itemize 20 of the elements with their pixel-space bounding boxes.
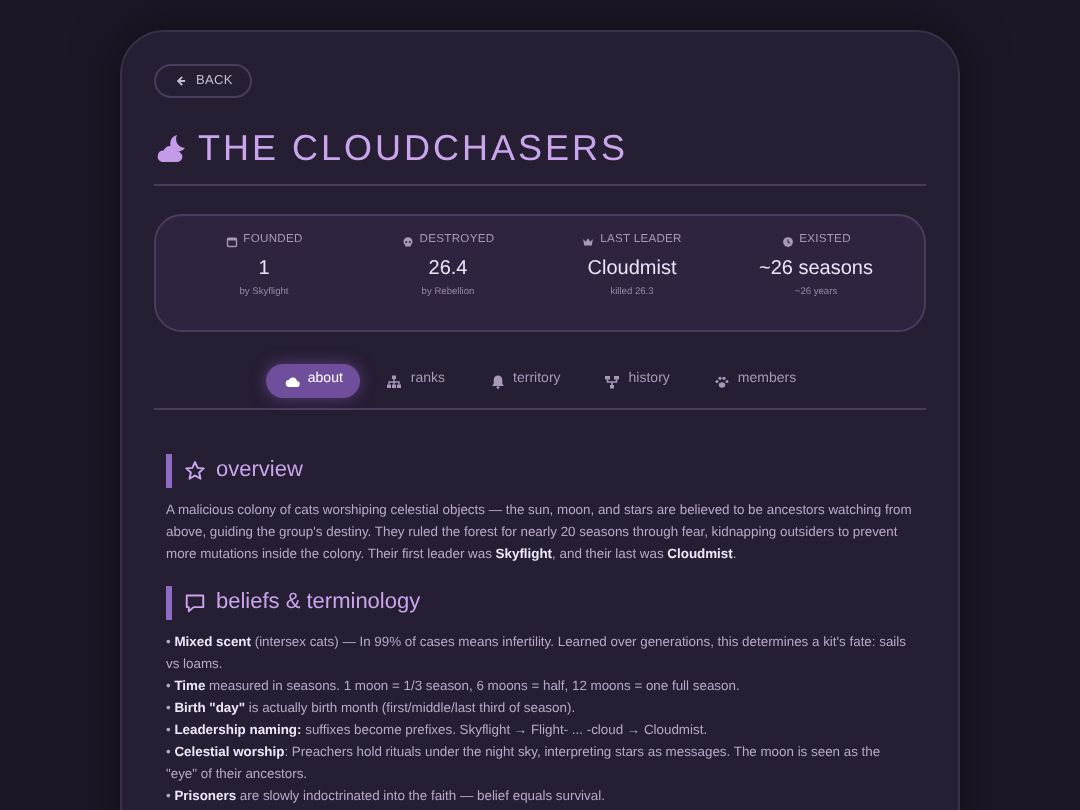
section-heading: overview — [216, 460, 303, 482]
page-title: THE CLOUDCHASERS — [198, 130, 629, 166]
stat-value: Cloudmist — [587, 260, 677, 280]
stat-value: 1 — [258, 260, 270, 280]
stat-value: ~26 seasons — [759, 260, 873, 280]
sitemap-icon — [386, 373, 403, 389]
star-icon — [184, 460, 206, 482]
crown-icon — [582, 236, 595, 248]
section-heading: beliefs & terminology — [216, 592, 421, 614]
skull-icon — [401, 236, 414, 248]
branch-icon — [604, 373, 621, 389]
calendar-icon — [225, 236, 238, 248]
cloud-icon — [283, 373, 300, 389]
cloud-moon-icon — [154, 132, 186, 164]
stat-value: 26.4 — [428, 260, 468, 280]
paw-icon — [713, 373, 730, 389]
clock-icon — [781, 236, 794, 248]
speech-bubble-icon — [184, 592, 206, 614]
arrow-left-icon — [174, 74, 188, 88]
bell-icon — [489, 373, 506, 389]
